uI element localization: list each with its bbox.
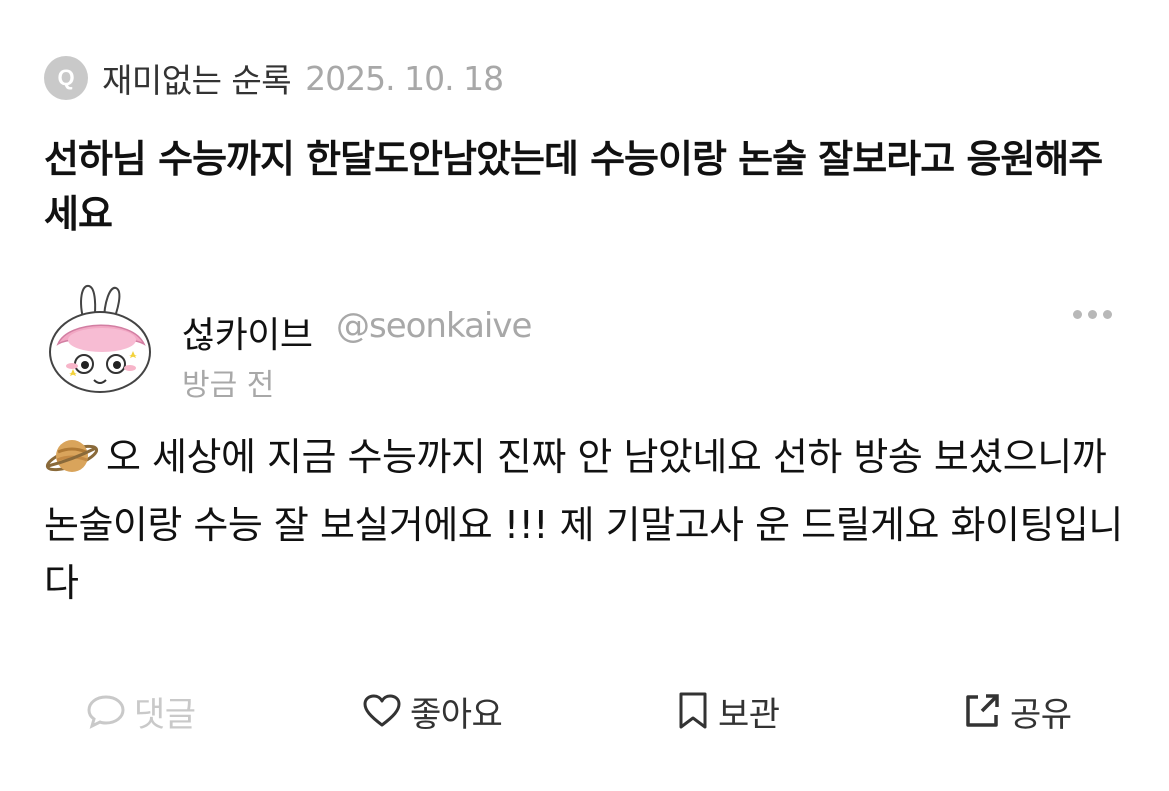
author-handle[interactable]: @seonkaive — [336, 306, 532, 346]
more-dot-icon — [1073, 310, 1082, 319]
action-bar: 댓글 좋아요 보관 공유 — [0, 684, 1169, 738]
share-icon — [966, 694, 999, 727]
answer-body: 오 세상에 지금 수능까지 진짜 안 남았네요 선하 방송 보셨으니까 논술이랑… — [44, 428, 1134, 612]
save-button[interactable]: 보관 — [676, 684, 780, 738]
qna-post: Q 재미없는 순록 2025. 10. 18 선하님 수능까지 한달도안남았는데… — [0, 0, 1169, 791]
like-button[interactable]: 좋아요 — [362, 684, 503, 738]
asker-name[interactable]: 재미없는 순록 — [102, 54, 292, 102]
question-date: 2025. 10. 18 — [305, 58, 504, 98]
bunny-avatar-icon — [49, 284, 151, 393]
comment-label: 댓글 — [134, 694, 196, 735]
more-dot-icon — [1103, 310, 1112, 319]
question-text: 선하님 수능까지 한달도안남았는데 수능이랑 논술 잘보라고 응원해주세요 — [44, 137, 1103, 236]
save-label: 보관 — [718, 694, 780, 735]
question-badge-icon: Q — [44, 56, 88, 100]
answer-time: 방금 전 — [182, 368, 275, 403]
ringed-planet-icon — [44, 432, 100, 496]
heart-icon — [363, 694, 401, 727]
more-options-button[interactable] — [1073, 310, 1112, 319]
like-label: 좋아요 — [410, 694, 503, 735]
speech-bubble-icon — [87, 695, 125, 729]
avatar[interactable] — [44, 282, 156, 398]
more-dot-icon — [1088, 310, 1097, 319]
author-name[interactable]: 섢카이브 — [182, 306, 313, 358]
comment-button[interactable]: 댓글 — [86, 684, 196, 738]
share-button[interactable]: 공유 — [962, 684, 1072, 738]
question-header: Q 재미없는 순록 2025. 10. 18 — [44, 54, 504, 102]
share-label: 공유 — [1010, 694, 1072, 735]
answer-text: 오 세상에 지금 수능까지 진짜 안 남았네요 선하 방송 보셨으니까 논술이랑… — [44, 435, 1123, 605]
bookmark-icon — [679, 692, 707, 729]
answer-author-row: 섢카이브 @seonkaive 방금 전 — [44, 282, 1124, 403]
